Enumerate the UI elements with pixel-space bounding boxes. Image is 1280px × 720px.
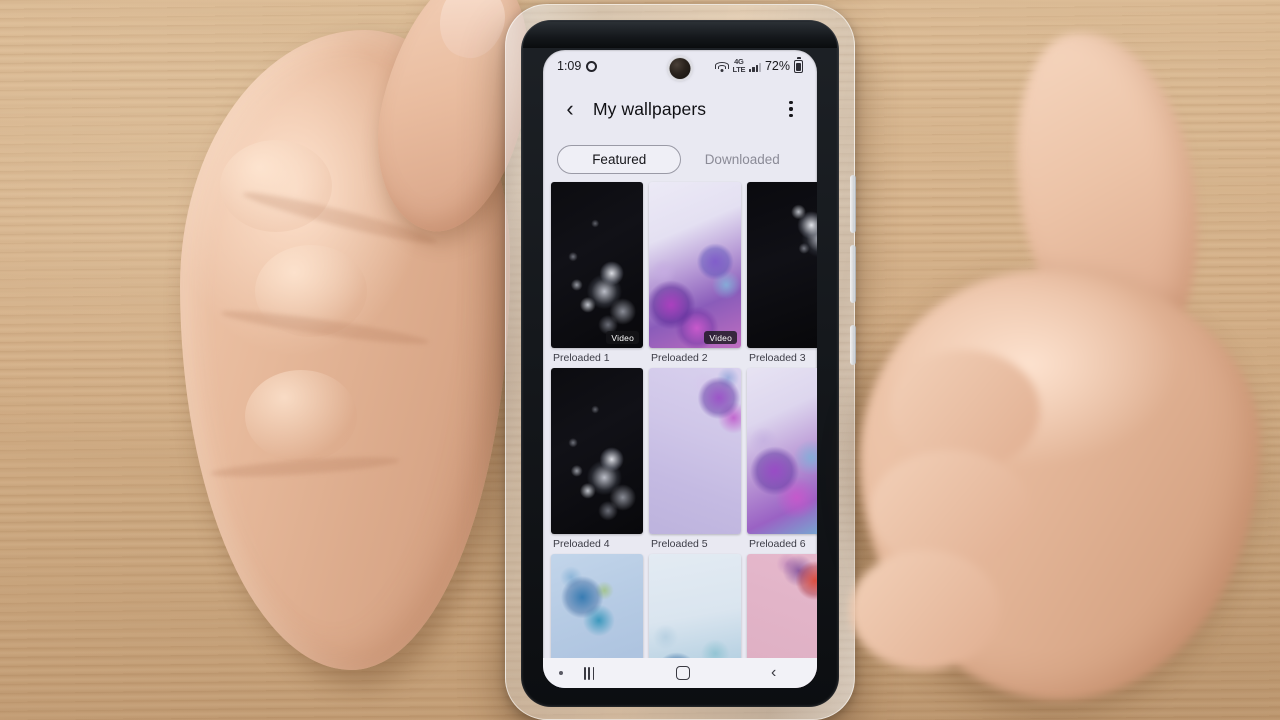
wallpaper-item[interactable]: Video Preloaded 1	[551, 182, 643, 366]
video-badge: Video	[704, 331, 737, 344]
wallpaper-item[interactable]: Preloaded 3	[747, 182, 817, 366]
status-bar-left: 1:09	[557, 59, 598, 73]
wallpaper-thumbnail[interactable]	[747, 368, 817, 534]
back-icon[interactable]: ‹	[771, 665, 776, 681]
tab-bar: Featured Downloaded	[543, 136, 817, 182]
smartphone: 1:09 4G LTE 72% ‹ My wallpapers Featured…	[505, 4, 856, 720]
overflow-menu-icon[interactable]	[777, 94, 805, 124]
wallpaper-thumbnail[interactable]: Video	[649, 182, 741, 348]
tab-featured[interactable]: Featured	[557, 144, 682, 174]
power-button[interactable]	[850, 325, 856, 365]
wifi-icon	[714, 61, 729, 72]
wallpaper-item[interactable]: Video Preloaded 2	[649, 182, 741, 366]
wallpaper-caption: Preloaded 4	[553, 538, 610, 550]
wallpaper-thumbnail[interactable]	[649, 368, 741, 534]
network-label-bottom: LTE	[732, 65, 746, 74]
app-bar: ‹ My wallpapers	[543, 82, 817, 136]
front-camera-punch-hole	[669, 58, 691, 79]
recents-icon[interactable]	[583, 666, 595, 680]
gear-icon	[586, 60, 598, 72]
wallpaper-caption: Preloaded 6	[749, 538, 806, 550]
battery-percent-label: 72%	[764, 59, 790, 73]
network-type-icon: 4G LTE	[733, 58, 746, 74]
tab-downloaded[interactable]: Downloaded	[681, 146, 803, 173]
volume-up-button[interactable]	[850, 175, 856, 233]
wallpaper-item[interactable]: Preloaded 5	[649, 368, 741, 552]
status-time: 1:09	[557, 59, 582, 73]
wallpaper-thumbnail[interactable]: Video	[551, 182, 643, 348]
wallpaper-grid: Video Preloaded 1 Video Preloaded 2 Prel…	[543, 180, 817, 688]
video-badge: Video	[606, 331, 639, 344]
phone-screen: 1:09 4G LTE 72% ‹ My wallpapers Featured…	[543, 50, 817, 688]
wallpaper-thumbnail[interactable]	[747, 182, 817, 348]
status-bar-right: 4G LTE 72%	[714, 58, 803, 74]
back-button[interactable]: ‹	[555, 94, 585, 124]
home-icon[interactable]	[675, 666, 690, 680]
volume-down-button[interactable]	[850, 245, 856, 303]
phone-body: 1:09 4G LTE 72% ‹ My wallpapers Featured…	[521, 20, 839, 707]
wallpaper-item[interactable]: Preloaded 4	[551, 368, 643, 552]
wallpaper-caption: Preloaded 1	[553, 352, 610, 364]
wallpaper-row: Preloaded 4 Preloaded 5 Preloaded 6	[551, 368, 817, 552]
wallpaper-row: Video Preloaded 1 Video Preloaded 2 Prel…	[551, 182, 817, 366]
nav-indicator-dot	[559, 671, 563, 675]
battery-icon	[794, 59, 803, 73]
wallpaper-thumbnail[interactable]	[551, 368, 643, 534]
navigation-bar: ‹	[543, 658, 817, 688]
page-title: My wallpapers	[593, 98, 707, 119]
signal-bars-icon	[749, 61, 761, 72]
wallpaper-item[interactable]: Preloaded 6	[747, 368, 817, 552]
wallpaper-caption: Preloaded 3	[749, 352, 806, 364]
phone-top-bezel	[523, 22, 837, 48]
wallpaper-caption: Preloaded 5	[651, 538, 708, 550]
wallpaper-caption: Preloaded 2	[651, 352, 708, 364]
